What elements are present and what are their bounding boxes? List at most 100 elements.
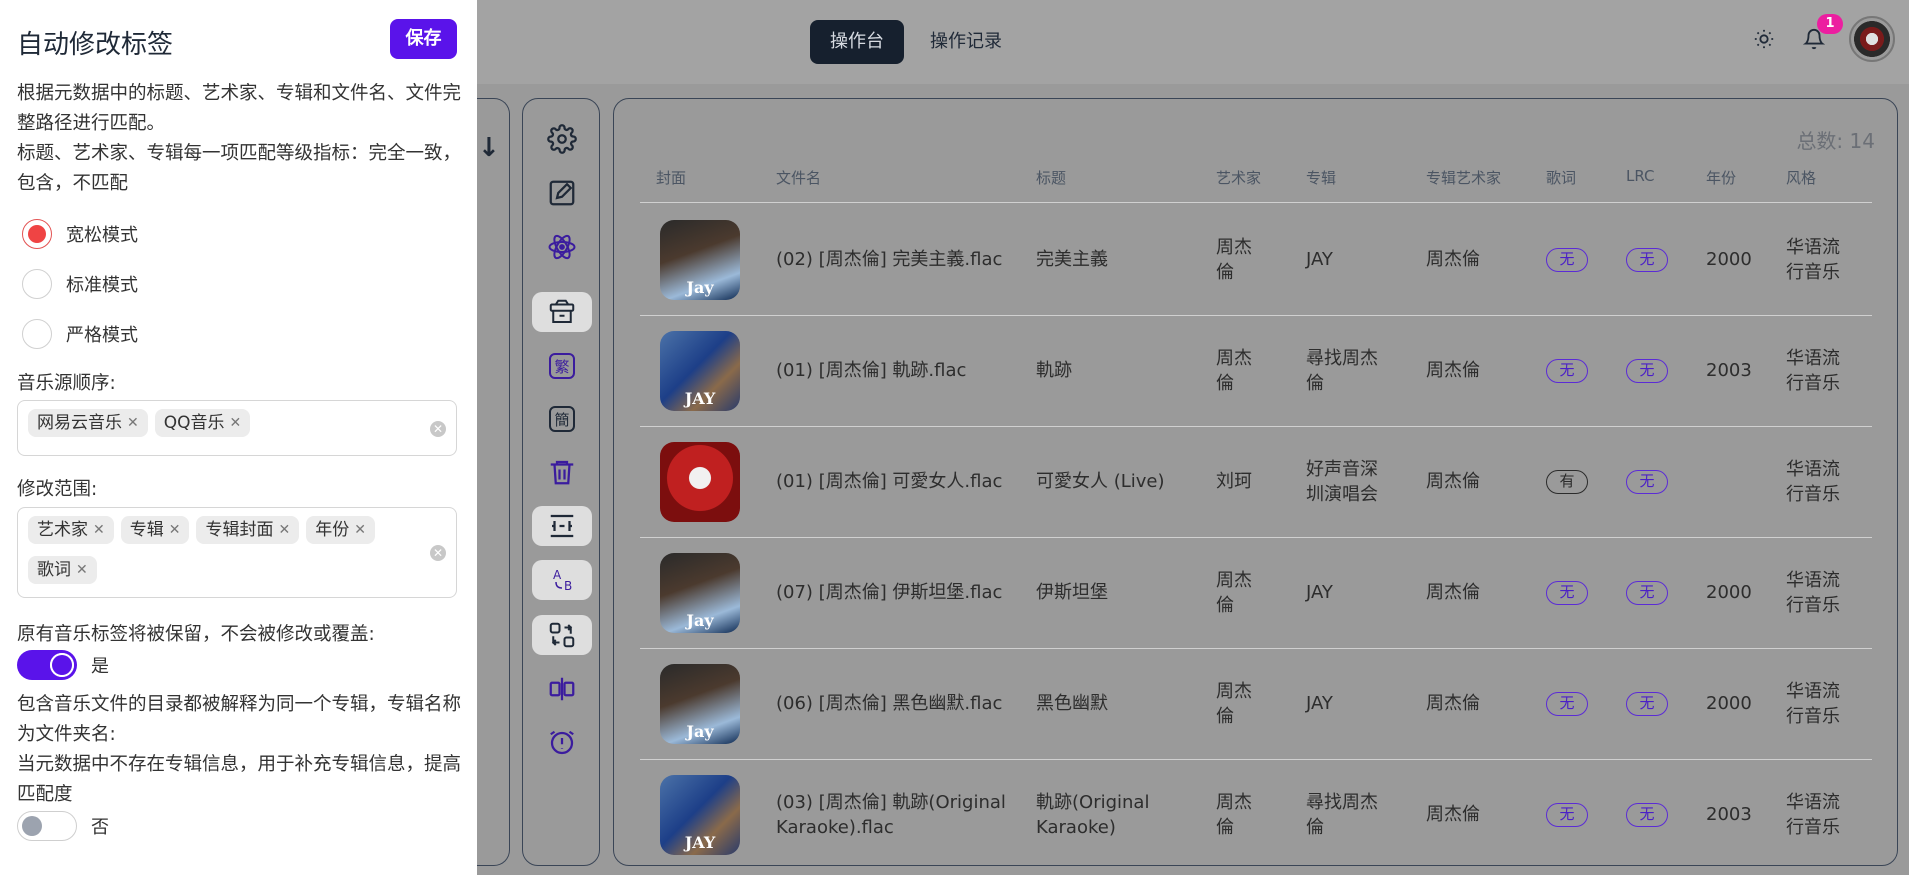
- scope-tag: 专辑封面 ✕: [196, 516, 300, 544]
- cell-genre: 华语流行音乐: [1786, 681, 1840, 727]
- lrc-badge: 无: [1626, 581, 1668, 605]
- scope-label: 修改范围:: [17, 479, 98, 500]
- lrc-badge: 无: [1626, 470, 1668, 494]
- remove-icon[interactable]: ✕: [169, 516, 181, 544]
- column-year[interactable]: 年份: [1706, 167, 1736, 188]
- tool-sidebar: 繁 簡 AB: [522, 98, 600, 866]
- lrc-badge: 无: [1626, 692, 1668, 716]
- cell-filename: (01) [周杰倫] 可愛女人.flac: [776, 471, 1003, 492]
- remove-icon[interactable]: ✕: [278, 516, 290, 544]
- folder-album-toggle[interactable]: 否: [17, 811, 109, 841]
- archive-icon[interactable]: [532, 292, 592, 332]
- tab-console[interactable]: 操作台: [810, 20, 904, 64]
- svg-text:B: B: [564, 579, 572, 593]
- bell-icon[interactable]: 1: [1799, 14, 1843, 54]
- a-to-b-icon[interactable]: AB: [532, 560, 592, 600]
- cell-album-artist: 周杰倫: [1426, 582, 1480, 603]
- column-filename[interactable]: 文件名: [776, 167, 821, 188]
- cell-title: 軌跡: [1036, 360, 1072, 381]
- cell-album-artist: 周杰倫: [1426, 693, 1480, 714]
- save-button[interactable]: 保存: [390, 19, 457, 59]
- lyrics-badge: 有: [1546, 470, 1588, 494]
- cell-filename: (07) [周杰倫] 伊斯坦堡.flac: [776, 582, 1003, 603]
- column-genre[interactable]: 风格: [1786, 167, 1816, 188]
- mode-strict-label: 严格模式: [66, 325, 138, 346]
- cell-title: 軌跡(Original Karaoke): [1036, 792, 1150, 838]
- table-row[interactable]: JAY (03) [周杰倫] 軌跡(Original Karaoke).flac…: [640, 760, 1872, 865]
- radio-button[interactable]: [22, 269, 52, 299]
- match-levels-description: 标题、艺术家、专辑每一项匹配等级指标：完全一致，包含，不匹配: [17, 143, 462, 194]
- column-lrc[interactable]: LRC: [1626, 167, 1655, 185]
- table-row[interactable]: (01) [周杰倫] 可愛女人.flac 可愛女人 (Live) 刘珂 好声音深…: [640, 427, 1872, 538]
- album-cover: JAY: [660, 331, 740, 411]
- mode-standard[interactable]: 标准模式: [22, 269, 138, 299]
- radio-button[interactable]: [22, 219, 52, 249]
- atom-icon[interactable]: [532, 227, 592, 267]
- trash-icon[interactable]: [532, 452, 592, 492]
- traditional-chinese-icon[interactable]: 繁: [532, 346, 592, 386]
- remove-icon[interactable]: ✕: [230, 409, 242, 437]
- clear-icon[interactable]: ✕: [430, 545, 446, 561]
- scope-tag: 艺术家 ✕: [28, 516, 114, 544]
- table-row[interactable]: Jay (06) [周杰倫] 黑色幽默.flac 黑色幽默 周杰倫 JAY 周杰…: [640, 649, 1872, 760]
- notification-badge: 1: [1817, 14, 1843, 34]
- gear-icon[interactable]: [532, 119, 592, 159]
- column-album-artist[interactable]: 专辑艺术家: [1426, 167, 1501, 188]
- edit-icon[interactable]: [532, 173, 592, 213]
- cell-title: 黑色幽默: [1036, 693, 1108, 714]
- mode-loose[interactable]: 宽松模式: [22, 219, 138, 249]
- table-row[interactable]: JAY (01) [周杰倫] 軌跡.flac 軌跡 周杰倫 尋找周杰倫 周杰倫 …: [640, 316, 1872, 427]
- source-order-select[interactable]: 网易云音乐 ✕ QQ音乐 ✕ ✕: [17, 400, 457, 456]
- remove-icon[interactable]: ✕: [76, 556, 88, 584]
- cell-album-artist: 周杰倫: [1426, 360, 1480, 381]
- cell-artist: 周杰倫: [1216, 348, 1252, 394]
- preserve-tags-toggle[interactable]: 是: [17, 650, 109, 680]
- album-cover: Jay: [660, 553, 740, 633]
- drawer-title: 自动修改标签: [17, 30, 174, 60]
- folder-album-value: 否: [91, 817, 109, 838]
- sun-icon[interactable]: [1749, 24, 1779, 54]
- table-row[interactable]: Jay (07) [周杰倫] 伊斯坦堡.flac 伊斯坦堡 周杰倫 JAY 周杰…: [640, 538, 1872, 649]
- tab-history[interactable]: 操作记录: [910, 20, 1022, 64]
- lyrics-badge: 无: [1546, 692, 1588, 716]
- album-cover: Jay: [660, 664, 740, 744]
- cell-year: 2000: [1706, 582, 1752, 603]
- radio-button[interactable]: [22, 319, 52, 349]
- alarm-icon[interactable]: [532, 723, 592, 763]
- mode-strict[interactable]: 严格模式: [22, 319, 138, 349]
- remove-icon[interactable]: ✕: [93, 516, 105, 544]
- cell-genre: 华语流行音乐: [1786, 570, 1840, 616]
- column-cover[interactable]: 封面: [656, 167, 686, 188]
- toggle-switch[interactable]: [17, 650, 77, 680]
- table-header: 封面 文件名 标题 艺术家 专辑 专辑艺术家 歌词 LRC 年份 风格: [640, 167, 1872, 203]
- arrow-down-icon[interactable]: ↓: [478, 133, 500, 163]
- column-title[interactable]: 标题: [1036, 167, 1066, 188]
- toggle-switch[interactable]: [17, 811, 77, 841]
- table-row[interactable]: Jay (02) [周杰倫] 完美主義.flac 完美主義 周杰倫 JAY 周杰…: [640, 205, 1872, 316]
- cell-title: 伊斯坦堡: [1036, 582, 1108, 603]
- scope-tag: 专辑 ✕: [120, 516, 190, 544]
- column-lyrics[interactable]: 歌词: [1546, 167, 1576, 188]
- column-album[interactable]: 专辑: [1306, 167, 1336, 188]
- clear-icon[interactable]: ✕: [430, 421, 446, 437]
- column-artist[interactable]: 艺术家: [1216, 167, 1261, 188]
- match-description: 根据元数据中的标题、艺术家、专辑和文件名、文件完整路径进行匹配。: [17, 83, 462, 134]
- cell-artist: 周杰倫: [1216, 792, 1252, 838]
- header-actions: 1: [1749, 14, 1895, 62]
- mode-loose-label: 宽松模式: [66, 225, 138, 246]
- columns-icon[interactable]: [532, 506, 592, 546]
- cell-artist: 周杰倫: [1216, 570, 1252, 616]
- cell-filename: (02) [周杰倫] 完美主義.flac: [776, 249, 1003, 270]
- cell-filename: (06) [周杰倫] 黑色幽默.flac: [776, 693, 1003, 714]
- remove-icon[interactable]: ✕: [354, 516, 366, 544]
- simplified-chinese-icon[interactable]: 簡: [532, 399, 592, 439]
- avatar[interactable]: [1849, 16, 1895, 62]
- preserve-tags-label: 原有音乐标签将被保留，不会被修改或覆盖:: [17, 624, 375, 645]
- cell-year: 2003: [1706, 360, 1752, 381]
- folder-album-hint: 当元数据中不存在专辑信息，用于补充专辑信息，提高匹配度: [17, 754, 462, 805]
- swap-icon[interactable]: [532, 615, 592, 655]
- lyrics-badge: 无: [1546, 248, 1588, 272]
- split-icon[interactable]: [532, 669, 592, 709]
- remove-icon[interactable]: ✕: [127, 409, 139, 437]
- scope-select[interactable]: 艺术家 ✕ 专辑 ✕ 专辑封面 ✕ 年份 ✕ 歌词 ✕ ✕: [17, 507, 457, 598]
